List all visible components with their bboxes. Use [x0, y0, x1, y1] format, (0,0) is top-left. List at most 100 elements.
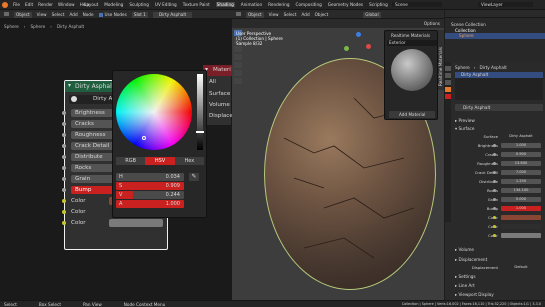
- menu-view[interactable]: View: [269, 12, 279, 18]
- transform-tool-icon[interactable]: [234, 70, 242, 76]
- section-volume[interactable]: ▸ Volume: [455, 247, 474, 252]
- scale-tool-icon[interactable]: [234, 62, 242, 68]
- tab-hsv[interactable]: HSV: [145, 157, 175, 165]
- navigation-gizmo[interactable]: [342, 32, 372, 62]
- color-swatch[interactable]: [501, 215, 541, 220]
- property-row-cracks[interactable]: Cracks 0.900: [447, 151, 544, 158]
- tab-shading[interactable]: Shading: [215, 2, 235, 7]
- axis-y-icon[interactable]: [344, 46, 349, 51]
- section-line-art[interactable]: ▸ Line Art: [455, 283, 475, 288]
- property-value[interactable]: 134.100: [501, 188, 541, 193]
- property-row-rocks[interactable]: Rocks134.100: [447, 187, 544, 194]
- material-datablock[interactable]: Dirty Asphalt: [455, 104, 543, 111]
- material-tab-icon[interactable]: [445, 94, 451, 99]
- socket-icon[interactable]: [493, 189, 496, 192]
- color-swatch[interactable]: [501, 224, 541, 229]
- material-thumbnail[interactable]: [391, 49, 433, 91]
- property-value[interactable]: 1.250: [501, 179, 541, 184]
- axis-x-icon[interactable]: [366, 44, 371, 49]
- outliner[interactable]: Scene Collection Collection Sphere: [445, 10, 545, 62]
- tab-rgb[interactable]: RGB: [116, 157, 146, 165]
- property-row-color[interactable]: Color: [447, 232, 544, 239]
- property-value[interactable]: 13.600: [501, 161, 541, 166]
- color-wheel-cursor[interactable]: [142, 136, 146, 140]
- property-row-distribute[interactable]: Distribute 1.250: [447, 178, 544, 185]
- sidebar-tab[interactable]: Realtime Materials: [438, 30, 444, 90]
- tab-sculpting[interactable]: Sculpting: [129, 2, 149, 7]
- property-row-roughness[interactable]: Roughness 13.600: [447, 160, 544, 167]
- menu-select[interactable]: Select: [284, 12, 297, 18]
- color-swatch[interactable]: [501, 233, 541, 238]
- socket-icon[interactable]: [493, 180, 496, 183]
- outliner-item-sphere[interactable]: Sphere: [445, 33, 545, 39]
- view-layer-selector[interactable]: ViewLayer: [478, 2, 533, 7]
- tab-uv-editing[interactable]: UV Editing: [155, 2, 177, 7]
- socket-icon[interactable]: [493, 171, 496, 174]
- hue-field[interactable]: H 0.034: [116, 173, 184, 181]
- menu-object[interactable]: Object: [315, 12, 329, 18]
- tab-animation[interactable]: Animation: [241, 2, 262, 7]
- menu-edit[interactable]: Edit: [25, 2, 33, 7]
- displacement-row[interactable]: Displacement Default: [447, 264, 544, 271]
- section-surface[interactable]: ▾ Surface: [455, 126, 474, 131]
- saturation-field[interactable]: S 0.909: [116, 182, 184, 190]
- property-row-bump[interactable]: Bump1.000: [447, 205, 544, 212]
- property-value[interactable]: 1.000: [501, 206, 541, 211]
- add-material-button[interactable]: Add Material: [389, 111, 435, 118]
- object-tab-icon[interactable]: [445, 87, 451, 92]
- property-value[interactable]: 5.000: [501, 197, 541, 202]
- color-picker-popup[interactable]: RGB HSV Hex H 0.034 ✎ S 0.909 V 0.244 A …: [112, 70, 207, 218]
- property-row-color[interactable]: Color: [447, 223, 544, 230]
- section-settings[interactable]: ▸ Settings: [455, 274, 476, 279]
- eyedropper-icon[interactable]: ✎: [189, 173, 199, 181]
- surface-row[interactable]: Surface Dirty Asphalt: [447, 133, 544, 140]
- menu-render[interactable]: Render: [38, 2, 53, 7]
- property-row-color[interactable]: Color: [447, 214, 544, 221]
- value-field[interactable]: V 0.244: [116, 191, 184, 199]
- color-wheel[interactable]: [116, 74, 192, 150]
- socket-icon[interactable]: [493, 225, 496, 228]
- property-value[interactable]: 1.000: [501, 143, 541, 148]
- section-viewport-display[interactable]: ▸ Viewport Display: [455, 292, 494, 297]
- material-slot-list[interactable]: Dirty Asphalt: [455, 72, 543, 100]
- blender-logo-icon[interactable]: [2, 2, 8, 8]
- tab-geometry-nodes[interactable]: Geometry Nodes: [328, 2, 363, 7]
- socket-icon[interactable]: [493, 144, 496, 147]
- menu-file[interactable]: File: [13, 2, 20, 7]
- 3d-viewport[interactable]: Object View Select Add Object Global Opt…: [232, 10, 444, 300]
- tab-texture-paint[interactable]: Texture Paint: [183, 2, 210, 7]
- tab-modeling[interactable]: Modeling: [104, 2, 123, 7]
- socket-icon[interactable]: [493, 207, 496, 210]
- property-row-crack-detail[interactable]: Crack Detail 7.000: [447, 169, 544, 176]
- rotate-tool-icon[interactable]: [234, 54, 242, 60]
- value-slider-handle[interactable]: [196, 131, 204, 133]
- material-slot[interactable]: Dirty Asphalt: [455, 72, 543, 78]
- outliner-item-scene-collection[interactable]: Scene Collection: [451, 22, 486, 27]
- move-tool-icon[interactable]: [234, 46, 242, 52]
- tab-hex[interactable]: Hex: [174, 157, 204, 165]
- property-value[interactable]: 0.900: [501, 152, 541, 157]
- tool-tab-icon[interactable]: [445, 66, 451, 71]
- socket-icon[interactable]: [493, 153, 496, 156]
- material-search-field[interactable]: Exterior: [387, 40, 437, 46]
- socket-icon[interactable]: [493, 198, 496, 201]
- axis-z-icon[interactable]: [356, 32, 361, 37]
- section-preview[interactable]: ▸ Preview: [455, 118, 475, 123]
- tab-layout[interactable]: Layout: [84, 2, 98, 7]
- socket-icon[interactable]: [493, 234, 496, 237]
- material-popup[interactable]: Realtime Materials Exterior Add Material: [384, 30, 438, 120]
- annotate-tool-icon[interactable]: [234, 78, 242, 84]
- tab-compositing[interactable]: Compositing: [296, 2, 322, 7]
- socket-icon[interactable]: [493, 216, 496, 219]
- mode-selector[interactable]: Object: [246, 12, 264, 18]
- property-value[interactable]: 7.000: [501, 170, 541, 175]
- options-button[interactable]: Options: [424, 21, 440, 26]
- render-tab-icon[interactable]: [445, 73, 451, 78]
- menu-add[interactable]: Add: [302, 12, 310, 18]
- property-row-grain[interactable]: Grain5.000: [447, 196, 544, 203]
- node-editor[interactable]: Object View Select Add Node Use Nodes Sl…: [0, 10, 235, 300]
- tab-rendering[interactable]: Rendering: [268, 2, 289, 7]
- properties-editor[interactable]: Sphere › Dirty Asphalt Dirty Asphalt Dirty…: [445, 62, 545, 300]
- transform-orientation[interactable]: Global: [363, 12, 381, 18]
- scene-selector[interactable]: Scene: [392, 2, 442, 7]
